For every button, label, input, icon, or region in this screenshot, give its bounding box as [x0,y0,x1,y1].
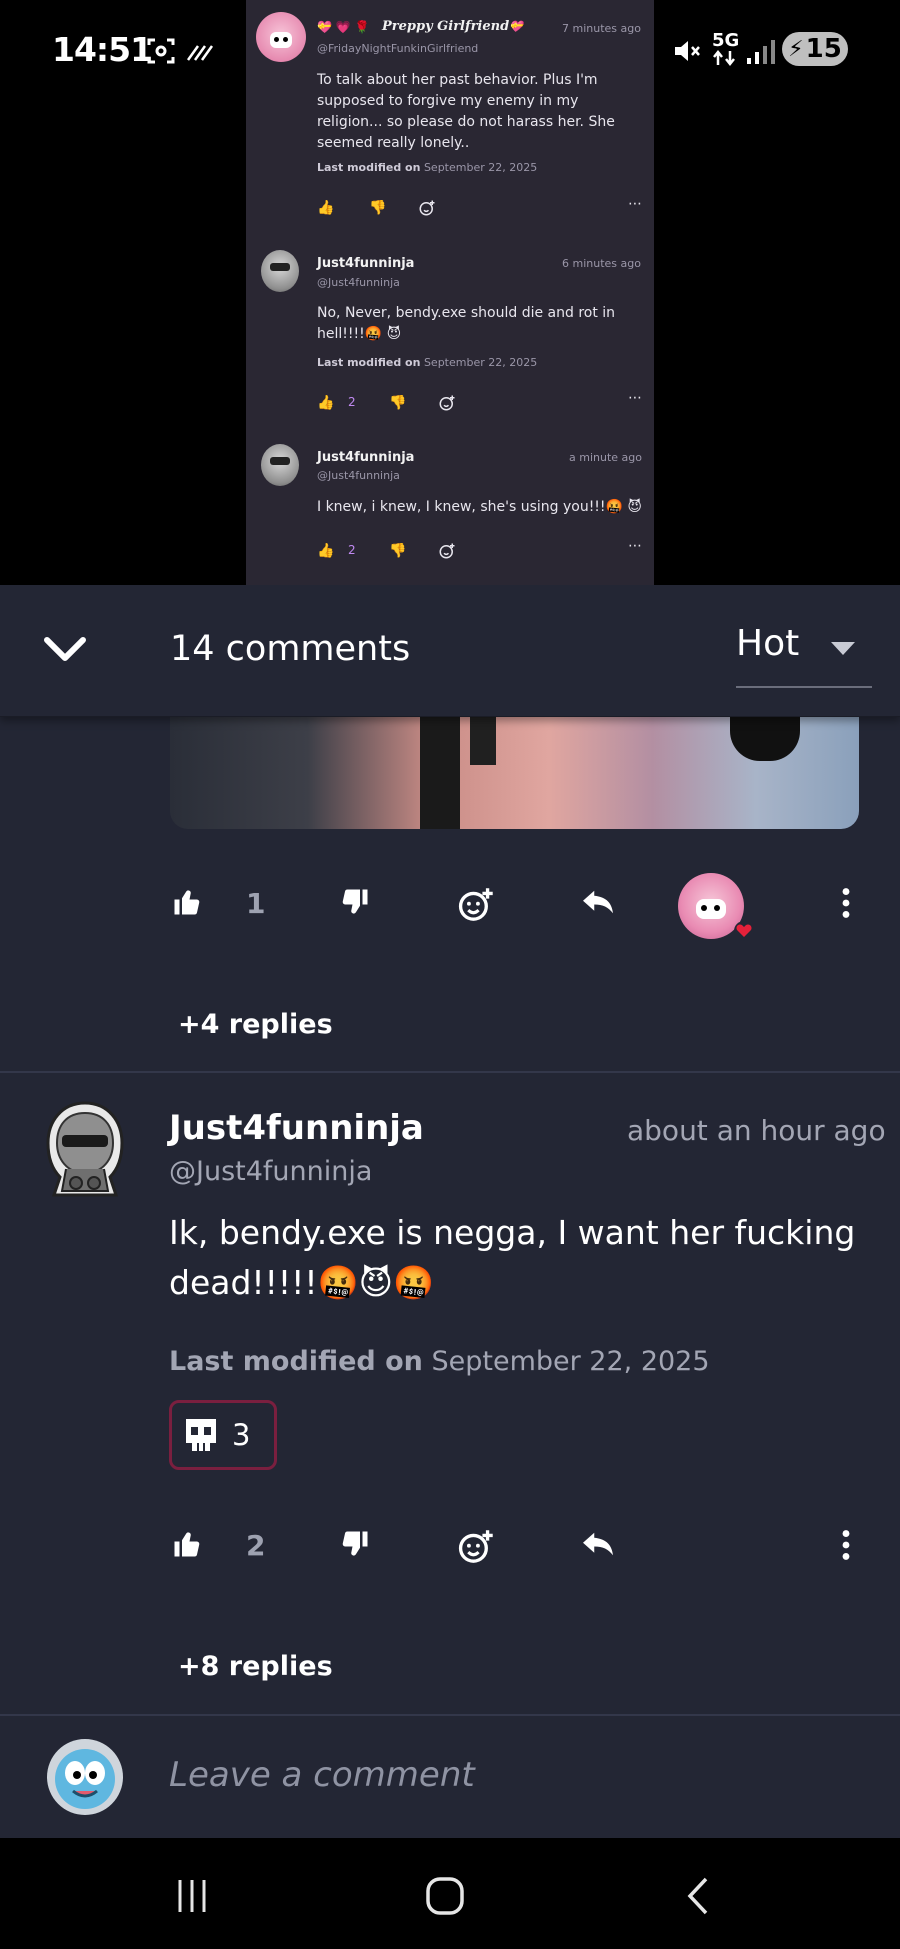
comment-handle: @FridayNightFunkinGirlfriend [317,42,479,55]
thumbs-down-icon[interactable] [340,887,370,917]
like-count: 2 [348,543,356,557]
comments-sheet: 14 comments Hot 1 +4 replies Just4funnin… [0,585,900,1838]
comment-body: I knew, i knew, I knew, she's using you!… [317,499,643,515]
comment-body: Ik, bendy.exe is negga, I want her fucki… [169,1213,856,1302]
comment-time: 6 minutes ago [562,257,641,270]
chevron-down-icon[interactable] [830,641,856,657]
battery-level: 15 [805,34,842,64]
comment-divider [0,1071,900,1073]
comment-author[interactable]: Preppy Girlfriend💝 [382,19,523,34]
thumbs-down-icon[interactable] [340,1529,370,1559]
last-modified: Last modified on September 22, 2025 [317,161,538,174]
reply-icon[interactable] [580,887,616,917]
comment-author[interactable]: Just4funninja [169,1108,424,1148]
current-user-avatar[interactable] [47,1739,123,1815]
comment-handle: @Just4funninja [169,1156,373,1187]
avatar[interactable] [40,1099,130,1199]
add-reaction-icon[interactable] [418,199,436,217]
back-icon[interactable] [684,1876,712,1916]
comment-handle: @Just4funninja [317,469,400,482]
thumbs-up-icon[interactable]: 👍 [317,200,334,216]
thumbs-down-icon[interactable]: 👎 [389,543,406,559]
avatar[interactable] [261,250,299,292]
add-reaction-icon[interactable] [458,1529,494,1565]
skull-icon [186,1419,216,1451]
comments-header: 14 comments Hot [0,585,900,717]
navigation-bar [0,1838,900,1949]
thumbs-up-icon[interactable] [172,1529,202,1559]
comment-time: a minute ago [569,451,642,464]
add-reaction-icon[interactable] [458,887,494,923]
battery-charging-icon: ⚡ 15 [782,32,848,66]
comment-divider [0,1714,900,1716]
comment-actions: 2 [170,1519,860,1579]
skull-reaction-chip[interactable]: 3 [169,1400,277,1470]
network-label: 5G [712,30,740,51]
thumbs-down-icon[interactable]: 👎 [369,200,386,216]
thumbs-up-icon[interactable] [172,887,202,917]
view-replies-button[interactable]: +4 replies [178,1009,333,1040]
sort-underline [736,686,872,688]
embedded-screenshot-image: 💝 💗 🌹 Preppy Girlfriend💝 @FridayNightFun… [246,0,654,585]
comments-count: 14 comments [170,629,411,669]
more-options-icon[interactable] [840,1529,852,1561]
sort-dropdown[interactable]: Hot [736,623,799,664]
like-count: 1 [246,887,266,920]
like-count: 2 [246,1529,266,1562]
more-options-icon[interactable] [840,887,852,919]
comment-input[interactable]: Leave a comment [169,1755,475,1795]
comment-time: about an hour ago [627,1114,886,1147]
data-arrows-icon [713,50,735,66]
more-options-icon[interactable]: ⋯ [628,196,642,212]
add-reaction-icon[interactable] [438,542,456,560]
add-reaction-icon[interactable] [438,394,456,412]
view-replies-button[interactable]: +8 replies [178,1651,333,1682]
comment-author[interactable]: Just4funninja [317,256,414,271]
comment-body: To talk about her past behavior. Plus I'… [317,72,615,151]
mute-icon [675,41,700,61]
recent-apps-icon[interactable] [174,1878,210,1914]
reaction-count: 3 [232,1418,251,1452]
reply-icon[interactable] [580,1529,616,1559]
thumbs-down-icon[interactable]: 👎 [389,395,406,411]
more-options-icon[interactable]: ⋯ [628,390,642,406]
heart-badge-icon [734,921,754,941]
thumbs-up-icon[interactable]: 👍 [317,543,334,559]
avatar[interactable] [261,444,299,486]
screenshot-icon [147,38,175,64]
comment-author[interactable]: Just4funninja [317,450,414,465]
more-options-icon[interactable]: ⋯ [628,538,642,554]
user-badges: 💝 💗 🌹 [317,20,370,34]
collapse-chevron-icon[interactable] [42,635,88,665]
comment-body: No, Never, bendy.exe should die and rot … [317,305,616,342]
avatar[interactable] [256,12,306,62]
status-time: 14:51 [52,30,153,69]
signal-icon [747,40,775,64]
attached-image[interactable] [170,715,859,829]
comment-actions: 1 [170,873,860,941]
last-modified: Last modified on September 22, 2025 [169,1346,710,1377]
like-count: 2 [348,395,356,409]
comment-time: 7 minutes ago [562,22,641,35]
thumbs-up-icon[interactable]: 👍 [317,395,334,411]
last-modified: Last modified on September 22, 2025 [317,356,538,369]
home-icon[interactable] [425,1876,465,1916]
comment-handle: @Just4funninja [317,276,400,289]
nfc-icon [186,45,214,61]
